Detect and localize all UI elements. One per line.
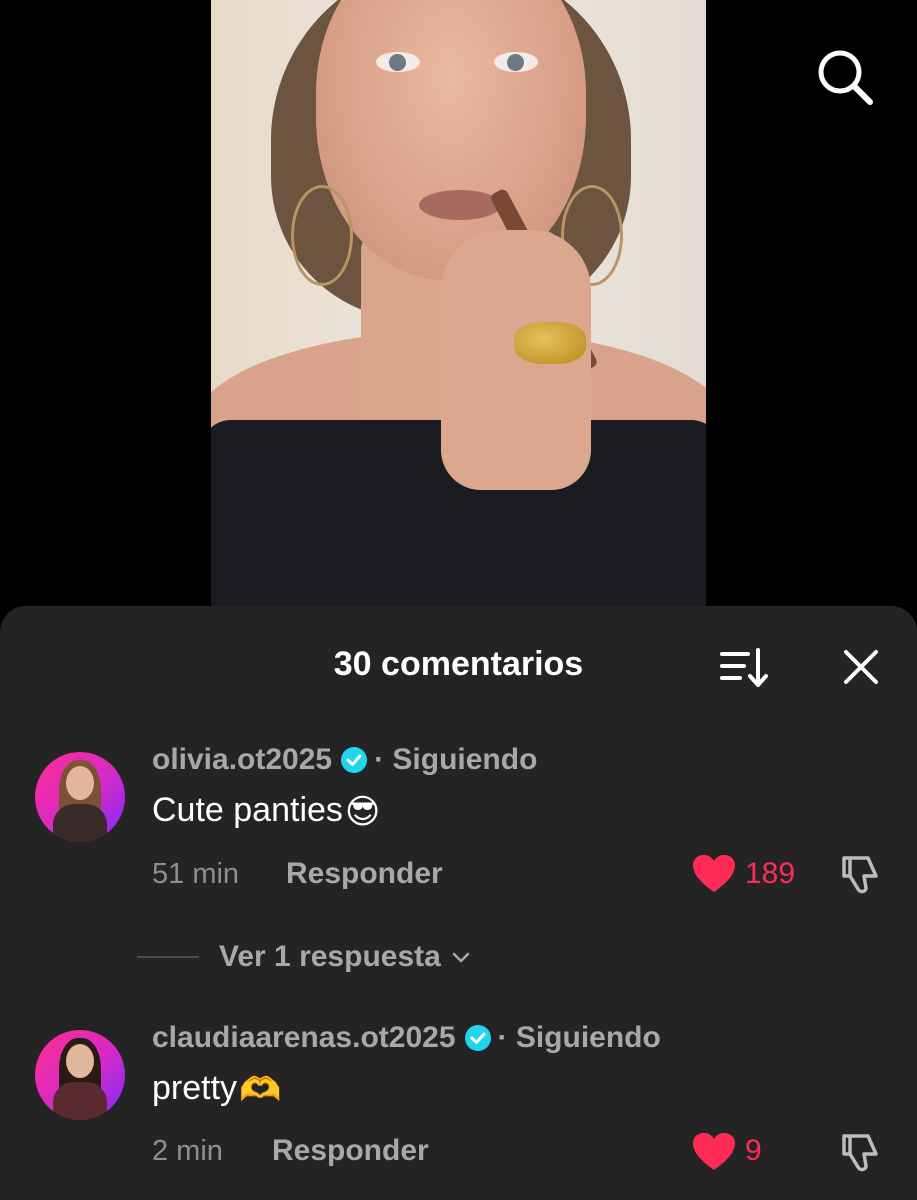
verified-badge-icon	[341, 747, 368, 773]
heart-filled-icon[interactable]	[692, 1132, 736, 1172]
comments-sheet	[0, 606, 917, 1200]
comment-username[interactable]: claudiaarenas.ot2025	[152, 1021, 456, 1055]
close-icon	[844, 650, 878, 684]
replies-divider	[137, 956, 199, 958]
view-replies-button[interactable]: Ver 1 respuesta	[137, 936, 473, 978]
video-eye-right	[494, 52, 538, 72]
like-count: 9	[745, 1134, 762, 1167]
sort-icon	[720, 648, 768, 687]
like-count: 189	[745, 857, 796, 890]
video-player[interactable]	[211, 0, 706, 606]
avatar-body	[53, 804, 107, 842]
verified-badge-icon	[464, 1025, 491, 1051]
avatar-face	[66, 766, 94, 800]
video-lips	[419, 190, 501, 220]
comment-timestamp: 2 min	[152, 1135, 223, 1167]
heart-filled-icon[interactable]	[692, 854, 736, 894]
comment-header: claudiaarenas.ot2025 · Siguiendo	[152, 1018, 661, 1058]
thumbs-down-icon[interactable]	[838, 852, 882, 896]
search-icon	[818, 50, 873, 105]
comment-username[interactable]: olivia.ot2025	[152, 743, 332, 777]
view-replies-label: Ver 1 respuesta	[219, 940, 441, 973]
comment-body: pretty	[152, 1069, 238, 1107]
avatar[interactable]	[35, 1030, 125, 1120]
comments-count-title: 30 comentarios	[333, 645, 584, 683]
screen: 30 comentarios olivia.ot2025 · Siguiendo…	[0, 0, 917, 1200]
search-button[interactable]	[812, 44, 876, 108]
sunglasses-emoji-icon: 😎	[344, 793, 381, 832]
following-status: · Siguiendo	[374, 743, 538, 776]
reply-button[interactable]: Responder	[286, 856, 443, 892]
following-status: · Siguiendo	[497, 1021, 661, 1054]
video-earring-left	[291, 185, 353, 286]
video-ring	[514, 322, 586, 364]
avatar-face	[66, 1044, 94, 1078]
reply-button[interactable]: Responder	[272, 1133, 429, 1169]
sort-button[interactable]	[718, 646, 770, 690]
video-eye-left	[376, 52, 420, 72]
avatar[interactable]	[35, 752, 125, 842]
close-button[interactable]	[838, 644, 884, 690]
avatar-body	[53, 1082, 107, 1120]
comment-text: pretty🫶	[152, 1066, 281, 1112]
chevron-down-icon	[452, 952, 470, 963]
comment-header: olivia.ot2025 · Siguiendo	[152, 740, 537, 780]
comment-timestamp: 51 min	[152, 858, 240, 890]
comment-text: Cute panties😎	[152, 788, 380, 834]
comment-body: Cute panties	[152, 791, 343, 829]
heart-hands-emoji-icon: 🫶	[239, 1071, 282, 1110]
thumbs-down-icon[interactable]	[838, 1130, 882, 1174]
